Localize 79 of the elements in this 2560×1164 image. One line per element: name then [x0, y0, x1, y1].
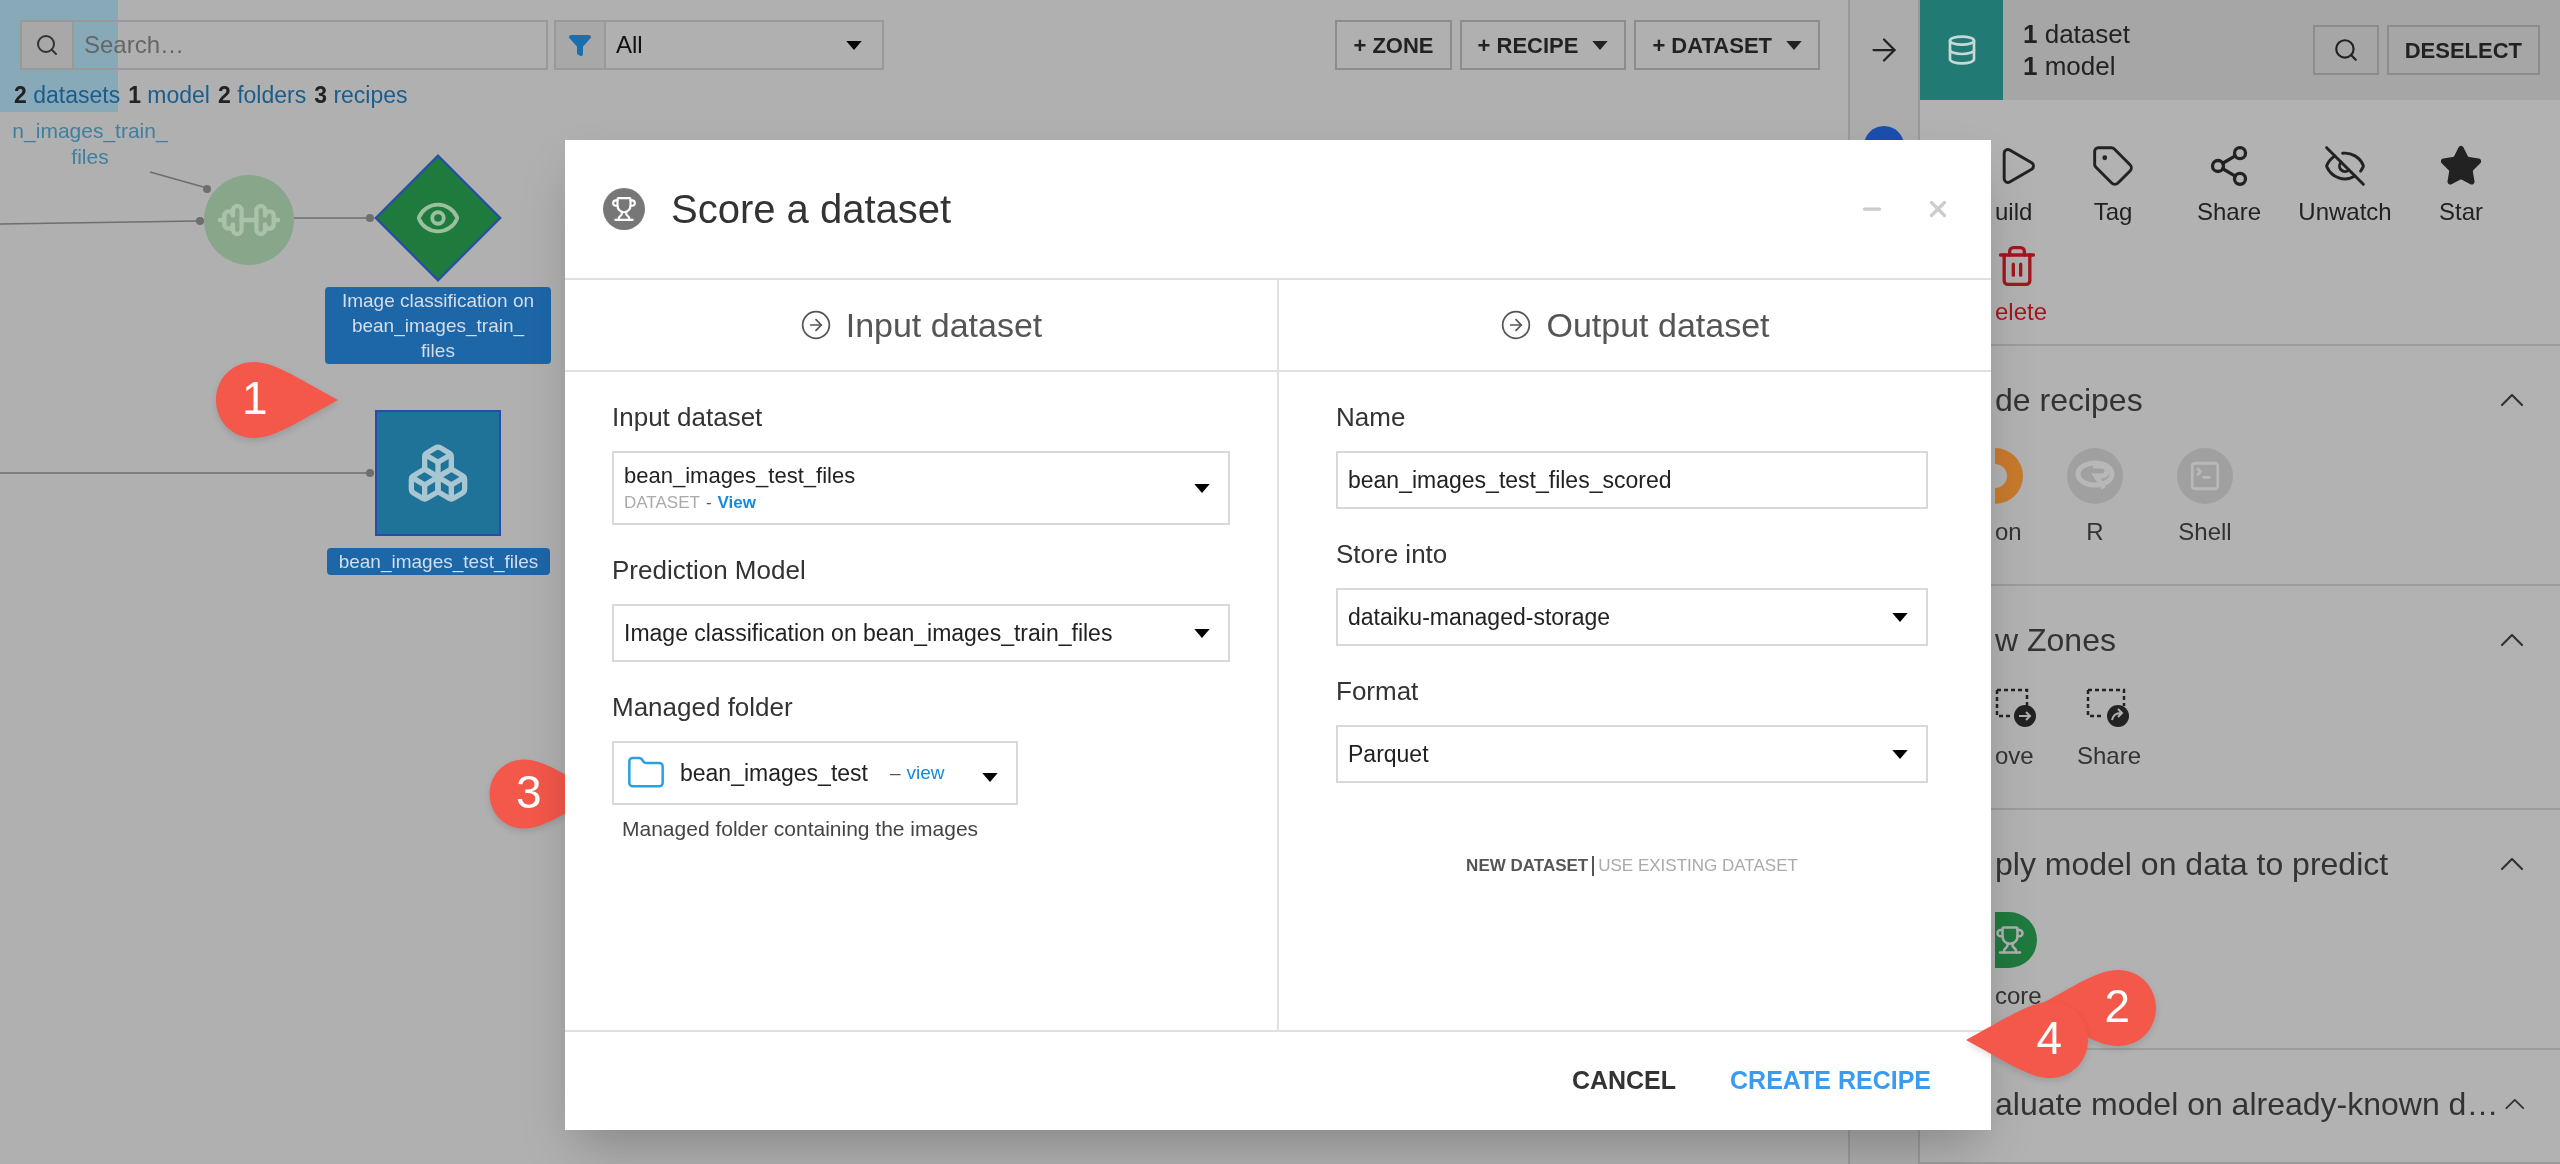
caret-icon	[1892, 749, 1908, 759]
connector-line	[149, 171, 211, 193]
caret-icon	[1892, 612, 1908, 622]
node-label: n_images_train_ files	[11, 118, 169, 170]
selection-count: 1 model	[2023, 50, 2117, 82]
action-button[interactable]: Unwatch	[2287, 144, 2403, 230]
filter-icon	[568, 33, 592, 57]
action-button[interactable]: Share	[2171, 144, 2287, 230]
section-title: ply model on data to predict	[1995, 845, 2390, 884]
select-field[interactable]: Parquet	[1336, 725, 1928, 783]
field-label: Input dataset	[612, 401, 764, 434]
search-icon	[2332, 37, 2359, 63]
zone-move-icon	[1995, 688, 2039, 728]
deselect-button[interactable]: DESELECT	[2386, 25, 2540, 75]
search-button[interactable]	[20, 20, 74, 70]
view-link[interactable]: View	[717, 491, 756, 515]
trophy-icon	[1995, 912, 2037, 968]
field-label: Managed folder	[612, 691, 794, 724]
separator-text: -	[705, 492, 712, 514]
mode-toggle[interactable]: NEW DATASET	[1466, 853, 1589, 879]
field-label: Format	[1336, 675, 1420, 708]
action-button[interactable]: uild	[1995, 144, 2055, 230]
dataset-node[interactable]	[375, 410, 501, 536]
filter-dropdown[interactable]: All	[554, 20, 884, 70]
eye-off-icon	[2323, 144, 2367, 188]
name-input[interactable]: bean_images_test_files_scored	[1336, 451, 1928, 509]
select-field[interactable]: Image classification on bean_images_train_files	[612, 604, 1230, 662]
trophy-icon	[603, 188, 645, 230]
caret-icon	[982, 772, 998, 782]
cancel-button[interactable]: CANCEL	[1571, 1062, 1677, 1100]
help-text: Managed folder containing the images	[621, 816, 980, 842]
select-field[interactable]: dataiku-managed-storage	[1336, 588, 1928, 646]
count-link[interactable]: 2 datasets	[14, 78, 121, 113]
terminal-icon	[2177, 448, 2233, 504]
panel-tool[interactable]: on	[1995, 448, 2025, 550]
select-value: bean_images_test	[680, 758, 868, 788]
action-button[interactable]: Star	[2403, 144, 2519, 230]
dataset-select[interactable]: bean_images_test_files DATASET - View	[612, 451, 1230, 525]
action-button[interactable]: elete	[1995, 244, 2560, 330]
caret-icon	[1194, 628, 1210, 638]
type-label: DATASET	[624, 492, 700, 514]
caret-icon	[846, 40, 862, 50]
panel-tool[interactable]: ove	[1995, 688, 2039, 774]
node-label: Image classification on bean_images_train_ files	[325, 287, 551, 364]
column-heading: Output dataset	[1546, 304, 1770, 346]
arrow-in-icon	[799, 309, 832, 341]
add-button[interactable]: + ZONE	[1335, 20, 1452, 70]
select-value: bean_images_test_files	[624, 462, 857, 490]
selection-count: 1 dataset	[2023, 18, 2130, 50]
panel-tool[interactable]: Share	[2069, 688, 2149, 774]
count-link[interactable]: 3 recipes	[314, 78, 408, 113]
search-button[interactable]	[2312, 25, 2379, 75]
column-heading: Input dataset	[845, 304, 1043, 346]
section-title: aluate model on already-known d…	[1995, 1085, 2499, 1124]
r-logo-icon	[2067, 448, 2123, 504]
search-field[interactable]: Search…	[74, 20, 548, 70]
action-button[interactable]: Tag	[2055, 144, 2171, 230]
node-label: bean_images_test_files	[327, 548, 550, 575]
separator-text: –	[889, 760, 901, 785]
search-icon	[35, 33, 59, 57]
add-button[interactable]: + RECIPE	[1459, 20, 1627, 70]
count-link[interactable]: 2 folders	[218, 78, 307, 113]
panel-tool[interactable]: Shell	[2165, 448, 2245, 550]
folder-select[interactable]: bean_images_test – view	[612, 741, 1018, 805]
python-icon	[1995, 448, 2025, 504]
dialog-title: Score a dataset	[671, 186, 953, 233]
view-link[interactable]: view	[906, 758, 945, 788]
add-button[interactable]: + DATASET	[1634, 20, 1820, 70]
field-label: Prediction Model	[612, 554, 807, 587]
caret-icon	[1194, 483, 1210, 493]
panel-tool[interactable]: R	[2055, 448, 2135, 550]
tag-icon	[2091, 144, 2135, 188]
field-label: Store into	[1336, 538, 1449, 571]
count-link[interactable]: 1 model	[128, 78, 210, 113]
section-title: w Zones	[1995, 621, 2117, 660]
arrow-in-icon	[1500, 309, 1533, 341]
section-title: de recipes	[1995, 381, 2144, 420]
field-label: Name	[1336, 401, 1407, 434]
zone-share-icon	[2086, 688, 2132, 728]
